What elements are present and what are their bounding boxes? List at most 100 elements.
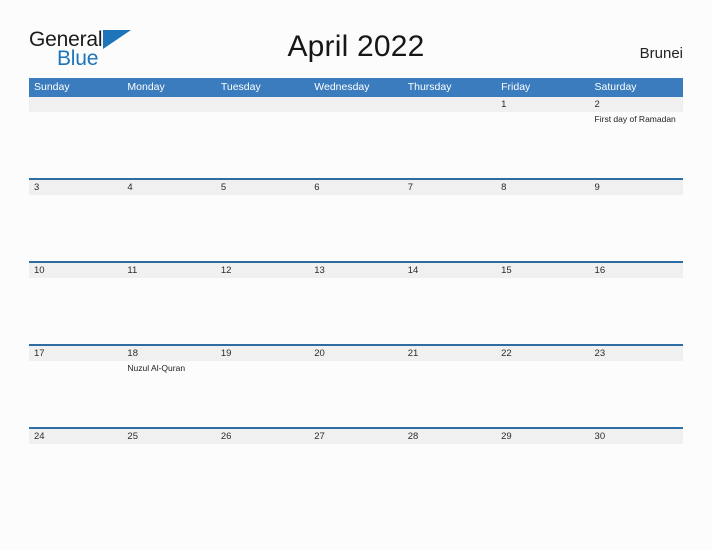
day-cell[interactable] [29,361,122,427]
date-number[interactable]: 2 [590,97,683,112]
week-row: 1 2 First day of Ramadan [29,97,683,178]
day-cell[interactable] [309,112,402,178]
date-number[interactable]: 15 [496,263,589,278]
day-cell[interactable] [309,361,402,427]
week-date-band: 1 2 [29,97,683,112]
day-cell[interactable] [309,444,402,510]
date-number[interactable]: 20 [309,346,402,361]
date-number[interactable]: 28 [403,429,496,444]
date-number[interactable]: 21 [403,346,496,361]
day-cell[interactable]: First day of Ramadan [590,112,683,178]
date-number[interactable]: 9 [590,180,683,195]
day-cell[interactable] [496,361,589,427]
date-number[interactable]: 6 [309,180,402,195]
date-number[interactable]: 7 [403,180,496,195]
calendar-page: General Blue April 2022 Brunei Sunday Mo… [0,0,712,550]
date-number[interactable]: 24 [29,429,122,444]
day-cell[interactable] [216,361,309,427]
day-cell[interactable] [496,195,589,261]
date-number[interactable]: 17 [29,346,122,361]
date-number[interactable]: 14 [403,263,496,278]
week-event-band: First day of Ramadan [29,112,683,178]
day-cell[interactable] [496,112,589,178]
week-event-band [29,195,683,261]
page-title: April 2022 [287,30,425,63]
date-number[interactable]: 8 [496,180,589,195]
week-row: 3 4 5 6 7 8 9 [29,178,683,261]
day-header-monday: Monday [127,81,165,93]
week-date-band: 24 25 26 27 28 29 30 [29,429,683,444]
day-cell[interactable] [122,112,215,178]
week-row: 17 18 19 20 21 22 23 Nuzul Al-Quran [29,344,683,427]
date-number[interactable]: 22 [496,346,589,361]
date-number[interactable]: 18 [122,346,215,361]
date-number[interactable]: 16 [590,263,683,278]
day-cell[interactable] [122,444,215,510]
day-cell[interactable] [496,278,589,344]
day-header-thursday: Thursday [407,81,452,93]
day-cell[interactable] [590,361,683,427]
week-row: 10 11 12 13 14 15 16 [29,261,683,344]
day-header-friday: Friday [501,81,531,93]
day-cell[interactable] [216,195,309,261]
day-cell[interactable] [216,112,309,178]
day-cell[interactable] [496,444,589,510]
week-event-band: Nuzul Al-Quran [29,361,683,427]
day-header-tuesday: Tuesday [220,81,261,93]
day-cell[interactable] [122,195,215,261]
date-number[interactable]: 4 [122,180,215,195]
date-number[interactable]: 27 [309,429,402,444]
day-header-sunday: Sunday [34,81,70,93]
country-label: Brunei [639,45,683,62]
day-cell[interactable]: Nuzul Al-Quran [122,361,215,427]
day-cell[interactable] [403,444,496,510]
date-number[interactable]: 25 [122,429,215,444]
date-number[interactable]: 10 [29,263,122,278]
event-label: First day of Ramadan [594,114,676,124]
week-event-band [29,444,683,510]
event-label: Nuzul Al-Quran [127,363,186,373]
day-header-saturday: Saturday [594,81,637,93]
day-cell[interactable] [29,112,122,178]
date-number[interactable]: 11 [122,263,215,278]
day-cell[interactable] [309,278,402,344]
date-number[interactable]: 12 [216,263,309,278]
week-event-band [29,278,683,344]
day-cell[interactable] [29,195,122,261]
day-cell[interactable] [403,361,496,427]
date-number[interactable]: 19 [216,346,309,361]
date-number[interactable]: 26 [216,429,309,444]
day-cell[interactable] [216,278,309,344]
week-date-band: 17 18 19 20 21 22 23 [29,346,683,361]
date-number[interactable] [216,97,309,112]
day-cell[interactable] [403,278,496,344]
date-number[interactable] [309,97,402,112]
date-number[interactable] [403,97,496,112]
date-number[interactable]: 29 [496,429,589,444]
day-cell[interactable] [590,195,683,261]
calendar-grid: Sunday Monday Tuesday Wednesday Thursday… [29,78,683,510]
day-cell[interactable] [216,444,309,510]
day-cell[interactable] [29,278,122,344]
page-header: General Blue April 2022 Brunei [0,0,712,78]
week-row: 24 25 26 27 28 29 30 [29,427,683,510]
day-cell[interactable] [309,195,402,261]
date-number[interactable]: 3 [29,180,122,195]
day-cell[interactable] [403,195,496,261]
date-number[interactable]: 5 [216,180,309,195]
week-date-band: 3 4 5 6 7 8 9 [29,180,683,195]
day-cell[interactable] [590,444,683,510]
day-cell[interactable] [590,278,683,344]
date-number[interactable]: 23 [590,346,683,361]
date-number[interactable]: 1 [496,97,589,112]
date-number[interactable] [29,97,122,112]
day-cell[interactable] [122,278,215,344]
day-cell[interactable] [403,112,496,178]
date-number[interactable]: 30 [590,429,683,444]
week-date-band: 10 11 12 13 14 15 16 [29,263,683,278]
date-number[interactable] [122,97,215,112]
day-of-week-header-row: Sunday Monday Tuesday Wednesday Thursday… [29,78,683,97]
date-number[interactable]: 13 [309,263,402,278]
day-header-wednesday: Wednesday [314,81,370,93]
day-cell[interactable] [29,444,122,510]
